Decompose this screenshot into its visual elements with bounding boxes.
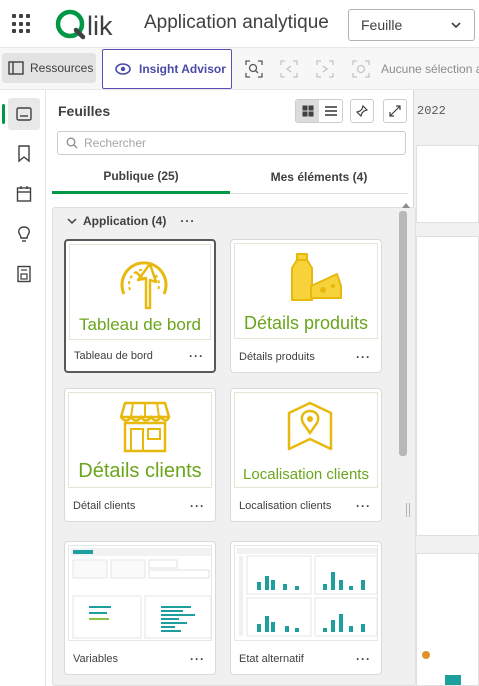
- sheet-thumbnail: [68, 545, 212, 641]
- card-label: Détail clients: [73, 500, 136, 512]
- sheet-tabs: Publique (25) Mes éléments (4): [52, 160, 408, 194]
- sheet-card-detail-clients[interactable]: Détails clients Détail clients ···: [64, 388, 216, 522]
- pin-icon: [356, 105, 368, 117]
- sheet-selector-dropdown[interactable]: Feuille: [348, 9, 475, 41]
- sheets-icon: [16, 107, 32, 121]
- rail-bookmarks[interactable]: [8, 138, 40, 170]
- chevron-down-icon: [67, 218, 77, 225]
- expand-icon: [389, 105, 401, 117]
- resources-button[interactable]: Ressources: [2, 53, 96, 83]
- sheet-card-etat-alternatif[interactable]: Etat alternatif ···: [230, 541, 382, 675]
- insight-advisor-button[interactable]: Insight Advisor: [102, 49, 232, 89]
- rail-insights[interactable]: [8, 218, 40, 250]
- canvas-object: [416, 553, 479, 686]
- sheet-card-localisation-clients[interactable]: Localisation clients Localisation client…: [230, 388, 382, 522]
- search-input[interactable]: [84, 136, 384, 150]
- sheet-thumbnail: Détails clients: [68, 392, 212, 488]
- tab-public[interactable]: Publique (25): [52, 160, 230, 194]
- insight-bulb-icon: [18, 226, 30, 242]
- list-view-button[interactable]: [319, 100, 342, 122]
- panel-resize-handle[interactable]: [406, 503, 410, 517]
- thumbnail-title: Détails produits: [243, 313, 369, 333]
- search-field[interactable]: [57, 131, 406, 155]
- sheet-thumbnail-preview: [71, 548, 211, 639]
- sheets-panel: Feuilles Publique (25) Mes éléments (4) …: [46, 90, 416, 686]
- sheet-thumbnail: Détails produits: [234, 243, 378, 339]
- canvas-object: [416, 236, 479, 536]
- app-menu-grid-icon[interactable]: [12, 14, 32, 34]
- card-menu-button[interactable]: ···: [190, 499, 205, 513]
- svg-text:lik: lik: [87, 11, 113, 41]
- sheet-selector-value: Feuille: [361, 17, 403, 33]
- year-filter-value[interactable]: 2022: [417, 104, 446, 118]
- thumbnail-title: Localisation clients: [243, 466, 369, 483]
- sheet-card-variables[interactable]: Variables ···: [64, 541, 216, 675]
- card-label: Détails produits: [239, 351, 315, 363]
- sheet-card-tableau-de-bord[interactable]: Tableau de bord Tableau de bord ···: [64, 239, 216, 373]
- grid-view-icon: [302, 105, 313, 117]
- sheet-list: Application (4) ··· Tableau de bord Tabl…: [52, 207, 416, 686]
- qlik-logo: lik: [55, 9, 113, 41]
- card-menu-button[interactable]: ···: [189, 349, 204, 363]
- group-header-application[interactable]: Application (4) ···: [67, 214, 195, 228]
- scrollbar-thumb[interactable]: [399, 211, 407, 456]
- list-view-icon: [324, 106, 337, 116]
- toolbar: Ressources Insight Advisor Aucune sélect…: [0, 48, 479, 90]
- panel-toggle-icon: [8, 61, 24, 75]
- card-menu-button[interactable]: ···: [356, 350, 371, 364]
- report-icon: [17, 265, 31, 283]
- scrollbar[interactable]: [399, 211, 407, 571]
- card-menu-button[interactable]: ···: [356, 499, 371, 513]
- sheet-thumbnail: Tableau de bord: [69, 244, 211, 340]
- card-label: Tableau de bord: [74, 350, 153, 362]
- no-selection-text: Aucune sélection ap: [381, 62, 479, 76]
- group-menu-button[interactable]: ···: [180, 214, 195, 228]
- canvas-object: [416, 145, 479, 223]
- speedometer-icon: [120, 261, 168, 310]
- grid-view-button[interactable]: [296, 100, 319, 122]
- thumbnail-title: Tableau de bord: [79, 315, 201, 334]
- card-label: Localisation clients: [239, 500, 332, 512]
- card-label: Variables: [73, 653, 119, 665]
- sheet-thumbnail: [234, 545, 378, 641]
- step-forward-icon[interactable]: [316, 60, 334, 78]
- app-title: Application analytique: [144, 12, 329, 33]
- rail-sheets[interactable]: [2, 98, 40, 130]
- insight-bulb-icon: [115, 63, 131, 75]
- panel-title: Feuilles: [58, 103, 111, 119]
- view-toggle: [295, 99, 343, 123]
- teal-mark: [445, 675, 461, 685]
- smart-search-icon[interactable]: [245, 60, 263, 78]
- resources-label: Ressources: [30, 61, 94, 75]
- rail-reports[interactable]: [8, 258, 40, 290]
- map-pin-icon: [287, 401, 333, 451]
- pin-button[interactable]: [350, 99, 374, 123]
- chevron-down-icon: [451, 22, 461, 29]
- milk-cheese-icon: [291, 253, 342, 301]
- card-menu-button[interactable]: ···: [356, 652, 371, 666]
- app-header: lik Application analytique Feuille: [0, 0, 479, 48]
- thumbnail-title: Détails clients: [78, 460, 202, 482]
- clear-selections-icon[interactable]: [352, 60, 370, 78]
- insight-advisor-label: Insight Advisor: [139, 62, 226, 76]
- orange-dot-icon: [422, 651, 430, 659]
- search-icon: [66, 137, 78, 149]
- expand-button[interactable]: [383, 99, 407, 123]
- rail-calendar[interactable]: [8, 178, 40, 210]
- calendar-icon: [16, 186, 32, 202]
- left-rail: [0, 90, 46, 686]
- card-label: Etat alternatif: [239, 653, 304, 665]
- storefront-icon: [119, 401, 171, 453]
- tab-my-items[interactable]: Mes éléments (4): [230, 160, 408, 194]
- sheet-card-details-produits[interactable]: Détails produits Détails produits ···: [230, 239, 382, 373]
- card-menu-button[interactable]: ···: [190, 652, 205, 666]
- bookmark-icon: [18, 145, 30, 163]
- step-back-icon[interactable]: [280, 60, 298, 78]
- sheet-thumbnail: Localisation clients: [234, 392, 378, 488]
- scroll-up-arrow-icon[interactable]: [402, 202, 410, 208]
- bar-chart-thumbnail: [237, 548, 377, 637]
- group-label: Application (4): [83, 214, 167, 228]
